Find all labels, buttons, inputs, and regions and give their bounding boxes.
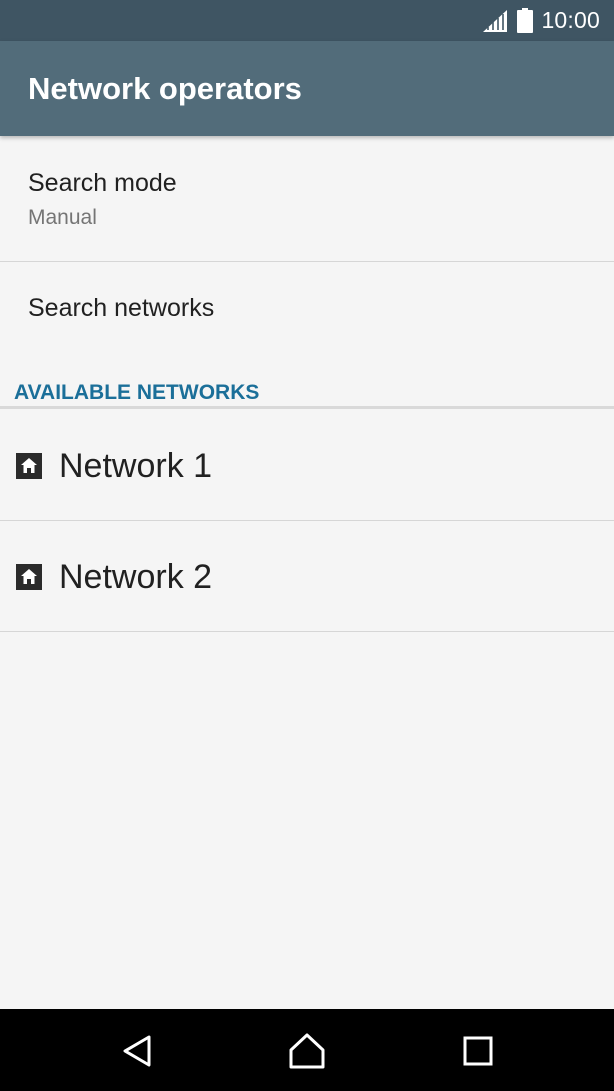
home-icon (16, 564, 42, 590)
section-divider (0, 406, 614, 409)
home-icon (16, 453, 42, 479)
navigation-bar (0, 1009, 614, 1091)
app-bar: Network operators (0, 41, 614, 136)
network-label: Network 2 (59, 558, 213, 596)
battery-icon (517, 8, 534, 33)
back-icon[interactable] (115, 1029, 159, 1073)
network-item-1[interactable]: Network 1 (0, 410, 614, 520)
signal-icon (483, 9, 508, 32)
divider (0, 631, 614, 632)
search-networks-title: Search networks (28, 294, 215, 322)
home-nav-icon[interactable] (285, 1029, 329, 1073)
network-item-2[interactable]: Network 2 (0, 521, 614, 631)
search-mode-title: Search mode (28, 169, 177, 197)
page-title: Network operators (28, 71, 302, 106)
search-mode-summary: Manual (28, 206, 97, 229)
status-icons: 10:00 (483, 0, 600, 41)
search-networks-item[interactable]: Search networks (0, 262, 614, 362)
search-mode-item[interactable]: Search mode Manual (0, 137, 614, 261)
status-bar: 10:00 (0, 0, 614, 41)
clock: 10:00 (541, 7, 600, 33)
network-label: Network 1 (59, 447, 213, 485)
available-networks-header: AVAILABLE NETWORKS (14, 381, 260, 404)
recents-icon[interactable] (456, 1029, 500, 1073)
